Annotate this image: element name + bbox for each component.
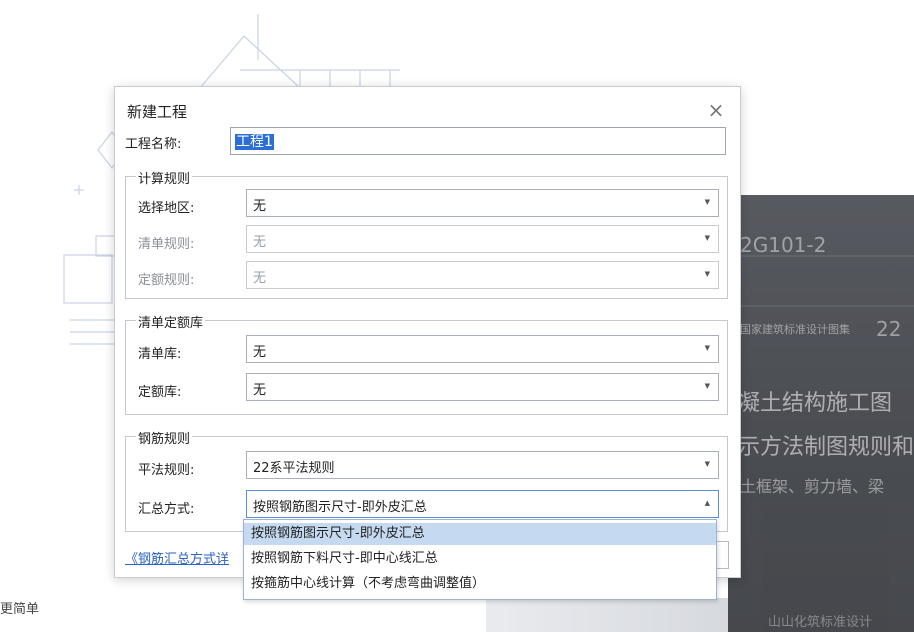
- book-title-1: 凝土结构施工图: [738, 391, 893, 416]
- book-publisher: 山山化筑标准设计: [768, 615, 873, 630]
- chevron-down-icon: ▼: [704, 270, 710, 278]
- pingfa-rule-value: 22系平法规则: [253, 461, 335, 476]
- summary-method-label: 汇总方式:: [138, 502, 195, 517]
- quota-rule-label: 定额规则:: [138, 273, 195, 288]
- confirm-button[interactable]: [715, 541, 729, 569]
- background-band: [486, 598, 728, 632]
- pingfa-rule-select[interactable]: 22系平法规则 ▼: [246, 451, 719, 479]
- new-project-dialog: 新建工程 × 工程名称: 工程1 计算规则 选择地区: 无 ▼ 清单规则: 无 …: [114, 86, 741, 578]
- project-name-label: 工程名称:: [125, 137, 182, 152]
- bill-quota-lib-group: 清单定额库 清单库: 无 ▼ 定额库: 无 ▼: [125, 312, 728, 415]
- chevron-down-icon: ▼: [704, 382, 710, 390]
- quota-rule-value: 无: [253, 271, 267, 286]
- pingfa-rule-label: 平法规则:: [138, 463, 195, 478]
- background-book-cover: 2G101-2 国家建筑标准设计图集 22 凝土结构施工图 示方法制图规则和 土…: [728, 195, 914, 632]
- summary-method-dropdown: 按照钢筋图示尺寸-即外皮汇总 按照钢筋下料尺寸-即中心线汇总 按箍筋中心线计算（…: [243, 519, 717, 600]
- chevron-down-icon: ▼: [704, 460, 710, 468]
- dropdown-option[interactable]: 按照钢筋下料尺寸-即中心线汇总: [244, 548, 716, 570]
- bill-rule-select: 无 ▼: [246, 225, 719, 253]
- region-value: 无: [253, 199, 267, 214]
- summary-method-value: 按照钢筋图示尺寸-即外皮汇总: [253, 500, 427, 515]
- region-select[interactable]: 无 ▼: [246, 189, 719, 217]
- project-name-input[interactable]: 工程1: [230, 127, 726, 155]
- quota-lib-select[interactable]: 无 ▼: [246, 373, 719, 401]
- rebar-rules-group: 钢筋规则 平法规则: 22系平法规则 ▼ 汇总方式: 按照钢筋图示尺寸-即外皮汇…: [125, 428, 728, 532]
- project-name-value: 工程1: [235, 134, 274, 150]
- footer-text: 更简单: [0, 602, 40, 617]
- bill-rule-label: 清单规则:: [138, 237, 195, 252]
- quota-rule-select: 无 ▼: [246, 261, 719, 289]
- dropdown-option[interactable]: 按箍筋中心线计算（不考虑弯曲调整值）: [244, 573, 716, 595]
- quota-lib-label: 定额库:: [138, 385, 182, 400]
- bill-quota-lib-title: 清单定额库: [136, 312, 206, 331]
- bill-rule-value: 无: [253, 235, 267, 250]
- book-title-2: 示方法制图规则和: [738, 435, 914, 460]
- bill-lib-value: 无: [253, 345, 267, 360]
- book-title-3: 土框架、剪力墙、梁: [740, 477, 885, 496]
- calc-rules-title: 计算规则: [136, 168, 193, 187]
- quota-lib-value: 无: [253, 383, 267, 398]
- chevron-down-icon: ▼: [704, 234, 710, 242]
- close-icon[interactable]: ×: [705, 99, 727, 121]
- book-code: 2G101-2: [740, 233, 827, 257]
- summary-method-select[interactable]: 按照钢筋图示尺寸-即外皮汇总 ▲: [246, 490, 719, 518]
- book-series: 国家建筑标准设计图集: [740, 323, 850, 336]
- rebar-rules-title: 钢筋规则: [136, 428, 193, 447]
- calc-rules-group: 计算规则 选择地区: 无 ▼ 清单规则: 无 ▼ 定额规则: 无 ▼: [125, 168, 728, 299]
- dialog-title: 新建工程: [127, 103, 188, 121]
- dropdown-option[interactable]: 按照钢筋图示尺寸-即外皮汇总: [244, 523, 716, 545]
- chevron-down-icon: ▼: [704, 344, 710, 352]
- book-year: 22: [876, 317, 902, 341]
- region-label: 选择地区:: [138, 201, 195, 216]
- chevron-up-icon: ▲: [704, 499, 710, 507]
- bill-lib-label: 清单库:: [138, 347, 182, 362]
- bill-lib-select[interactable]: 无 ▼: [246, 335, 719, 363]
- chevron-down-icon: ▼: [704, 198, 710, 206]
- summary-method-detail-link[interactable]: 《钢筋汇总方式详: [125, 548, 229, 567]
